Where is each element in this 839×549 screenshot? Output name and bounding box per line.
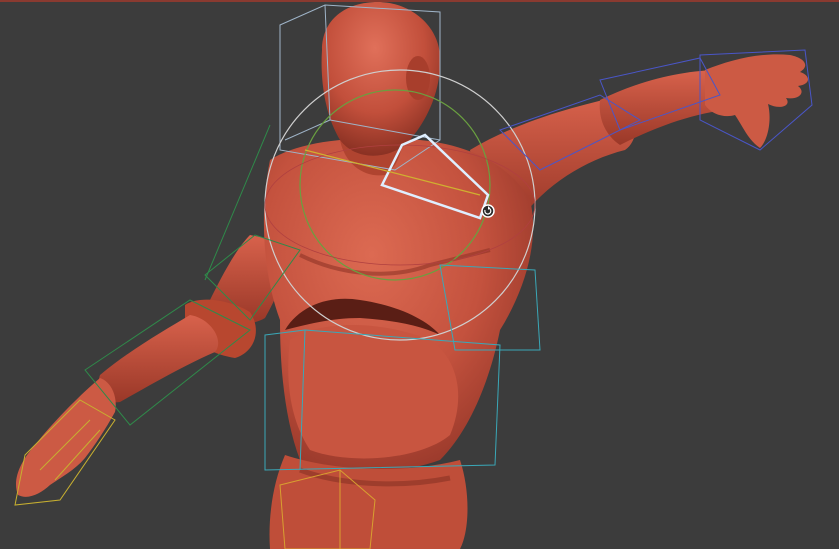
left-hand[interactable]: [15, 378, 116, 497]
scene-canvas[interactable]: [0, 0, 839, 549]
3d-viewport[interactable]: [0, 0, 839, 549]
left-forearm[interactable]: [98, 315, 219, 403]
abdomen[interactable]: [288, 325, 459, 459]
rotate-icon[interactable]: [481, 204, 495, 218]
right-hand[interactable]: [705, 54, 808, 148]
